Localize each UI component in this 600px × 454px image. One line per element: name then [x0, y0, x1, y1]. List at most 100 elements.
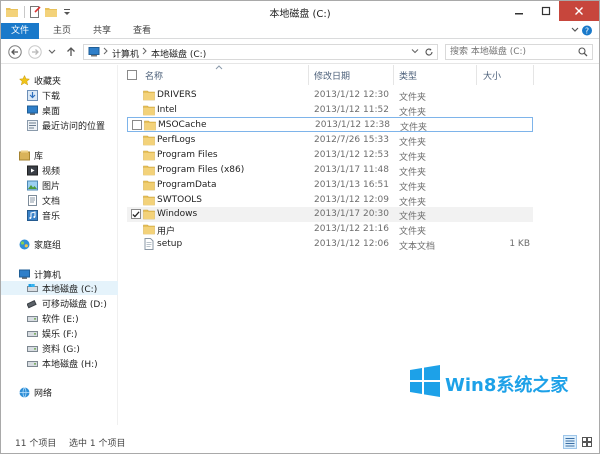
minimize-button[interactable]: [505, 1, 532, 21]
list-item[interactable]: setup 2013/1/12 12:06 文本文档 1 KB: [127, 237, 533, 252]
chevron-down-icon: [48, 49, 56, 54]
nav-item-music[interactable]: 音乐: [27, 208, 118, 222]
hard-drive-icon: [27, 313, 38, 324]
nav-item-pictures[interactable]: 图片: [27, 178, 118, 192]
tab-share[interactable]: 共享: [87, 23, 117, 39]
nav-network[interactable]: 网络: [19, 385, 118, 399]
list-item[interactable]: PerfLogs 2012/7/26 15:33 文件夹: [127, 133, 533, 148]
folder-icon: [143, 90, 155, 101]
breadcrumb-local-disk[interactable]: 本地磁盘 (C:): [151, 47, 206, 60]
large-icons-view-button[interactable]: [580, 435, 594, 449]
back-arrow-icon: [8, 45, 22, 59]
list-item[interactable]: Intel 2013/1/12 11:52 文件夹: [127, 103, 533, 118]
nav-item-drive-f[interactable]: 娱乐 (F:): [27, 326, 118, 340]
item-count: 11 个项目: [15, 439, 57, 449]
nav-item-drive-h[interactable]: 本地磁盘 (H:): [27, 356, 118, 370]
title-bar: 本地磁盘 (C:): [1, 1, 599, 23]
nav-item-recent[interactable]: 最近访问的位置: [27, 118, 118, 132]
windows-logo-icon: [410, 365, 440, 397]
column-divider[interactable]: [533, 65, 534, 85]
folder-icon: [143, 209, 155, 220]
column-divider[interactable]: [393, 65, 394, 85]
watermark: Win8系统之家: [409, 363, 579, 403]
download-icon: [27, 89, 38, 101]
tab-file[interactable]: 文件: [1, 23, 39, 39]
nav-item-drive-e[interactable]: 软件 (E:): [27, 311, 118, 325]
removable-drive-icon: [27, 298, 38, 309]
close-button[interactable]: [559, 1, 599, 21]
address-dropdown-icon[interactable]: [411, 47, 419, 58]
breadcrumb-separator-icon[interactable]: [142, 47, 148, 58]
minimize-icon: [514, 13, 523, 15]
address-bar[interactable]: 计算机 本地磁盘 (C:): [83, 44, 438, 60]
column-name[interactable]: 名称: [145, 69, 163, 82]
expand-ribbon-icon[interactable]: [571, 27, 579, 32]
maximize-button[interactable]: [532, 1, 559, 21]
row-checkbox-checked[interactable]: [131, 209, 141, 219]
list-item[interactable]: ProgramData 2013/1/13 16:51 文件夹: [127, 178, 533, 193]
hard-drive-icon: [27, 358, 38, 369]
nav-homegroup[interactable]: 家庭组: [19, 237, 118, 251]
tab-view[interactable]: 查看: [127, 23, 157, 39]
nav-item-desktop[interactable]: 桌面: [27, 103, 118, 117]
list-item[interactable]: SWTOOLS 2013/1/12 12:09 文件夹: [127, 193, 533, 208]
address-row: 计算机 本地磁盘 (C:): [1, 40, 599, 64]
list-item[interactable]: 用户 2013/1/12 21:16 文件夹: [127, 222, 533, 237]
breadcrumb-separator-icon[interactable]: [103, 47, 109, 58]
folder-icon: [143, 224, 155, 235]
list-item-hovered[interactable]: MSOCache 2013/1/12 12:38 文件夹: [127, 117, 533, 133]
nav-item-videos[interactable]: 视频: [27, 163, 118, 177]
select-all-checkbox[interactable]: [127, 70, 137, 80]
tab-home[interactable]: 主页: [47, 23, 77, 39]
list-item[interactable]: Program Files 2013/1/12 12:53 文件夹: [127, 148, 533, 163]
nav-item-downloads[interactable]: 下载: [27, 88, 118, 102]
column-size[interactable]: 大小: [483, 69, 501, 82]
forward-arrow-icon: [28, 45, 42, 59]
nav-libraries[interactable]: 库: [19, 148, 118, 162]
window-controls: [505, 1, 599, 21]
sort-ascending-icon: [215, 65, 223, 70]
column-type[interactable]: 类型: [399, 69, 417, 82]
nav-computer[interactable]: 计算机: [19, 267, 118, 281]
search-box[interactable]: [445, 44, 593, 60]
checkmark-icon: [132, 210, 140, 217]
nav-item-documents[interactable]: 文档: [27, 193, 118, 207]
forward-button[interactable]: [27, 44, 43, 60]
nav-item-drive-c[interactable]: 本地磁盘 (C:): [1, 281, 118, 295]
nav-item-drive-g[interactable]: 资料 (G:): [27, 341, 118, 355]
list-item[interactable]: Program Files (x86) 2013/1/17 11:48 文件夹: [127, 163, 533, 178]
column-divider[interactable]: [308, 65, 309, 85]
watermark-text: Win8系统之家: [445, 375, 569, 396]
list-item[interactable]: DRIVERS 2013/1/12 12:30 文件夹: [127, 88, 533, 103]
close-icon: [575, 7, 583, 15]
folder-icon: [143, 135, 155, 146]
nav-favorites[interactable]: 收藏夹: [19, 73, 118, 87]
folder-icon: [143, 180, 155, 191]
search-input[interactable]: [450, 46, 575, 58]
status-bar: 11 个项目 选中 1 个项目: [1, 431, 599, 453]
up-button[interactable]: [63, 44, 79, 60]
nav-item-drive-d[interactable]: 可移动磁盘 (D:): [27, 296, 118, 310]
hard-drive-icon: [27, 283, 38, 294]
row-checkbox[interactable]: [132, 120, 142, 130]
folder-icon: [143, 105, 155, 116]
breadcrumb-computer[interactable]: 计算机: [112, 47, 139, 60]
computer-icon: [19, 269, 30, 280]
search-icon[interactable]: [578, 47, 588, 60]
back-button[interactable]: [7, 44, 23, 60]
column-headers: 名称 修改日期 类型 大小: [119, 65, 599, 85]
star-icon: [19, 74, 30, 86]
navigation-pane: 收藏夹 下载 桌面 最近访问的位置 库 视频 图片 文档 音乐 家庭组 计算机 …: [1, 65, 118, 425]
column-date[interactable]: 修改日期: [314, 69, 350, 82]
folder-icon: [143, 195, 155, 206]
recent-locations-button[interactable]: [47, 44, 57, 60]
refresh-icon[interactable]: [424, 47, 434, 60]
music-icon: [27, 209, 38, 221]
folder-icon: [143, 150, 155, 161]
column-divider[interactable]: [476, 65, 477, 85]
text-file-icon: [144, 238, 154, 250]
maximize-icon: [541, 6, 550, 16]
large-icons-view-icon: [582, 437, 592, 447]
list-item-selected[interactable]: Windows 2013/1/17 20:30 文件夹: [127, 207, 533, 222]
details-view-button[interactable]: [563, 435, 577, 449]
